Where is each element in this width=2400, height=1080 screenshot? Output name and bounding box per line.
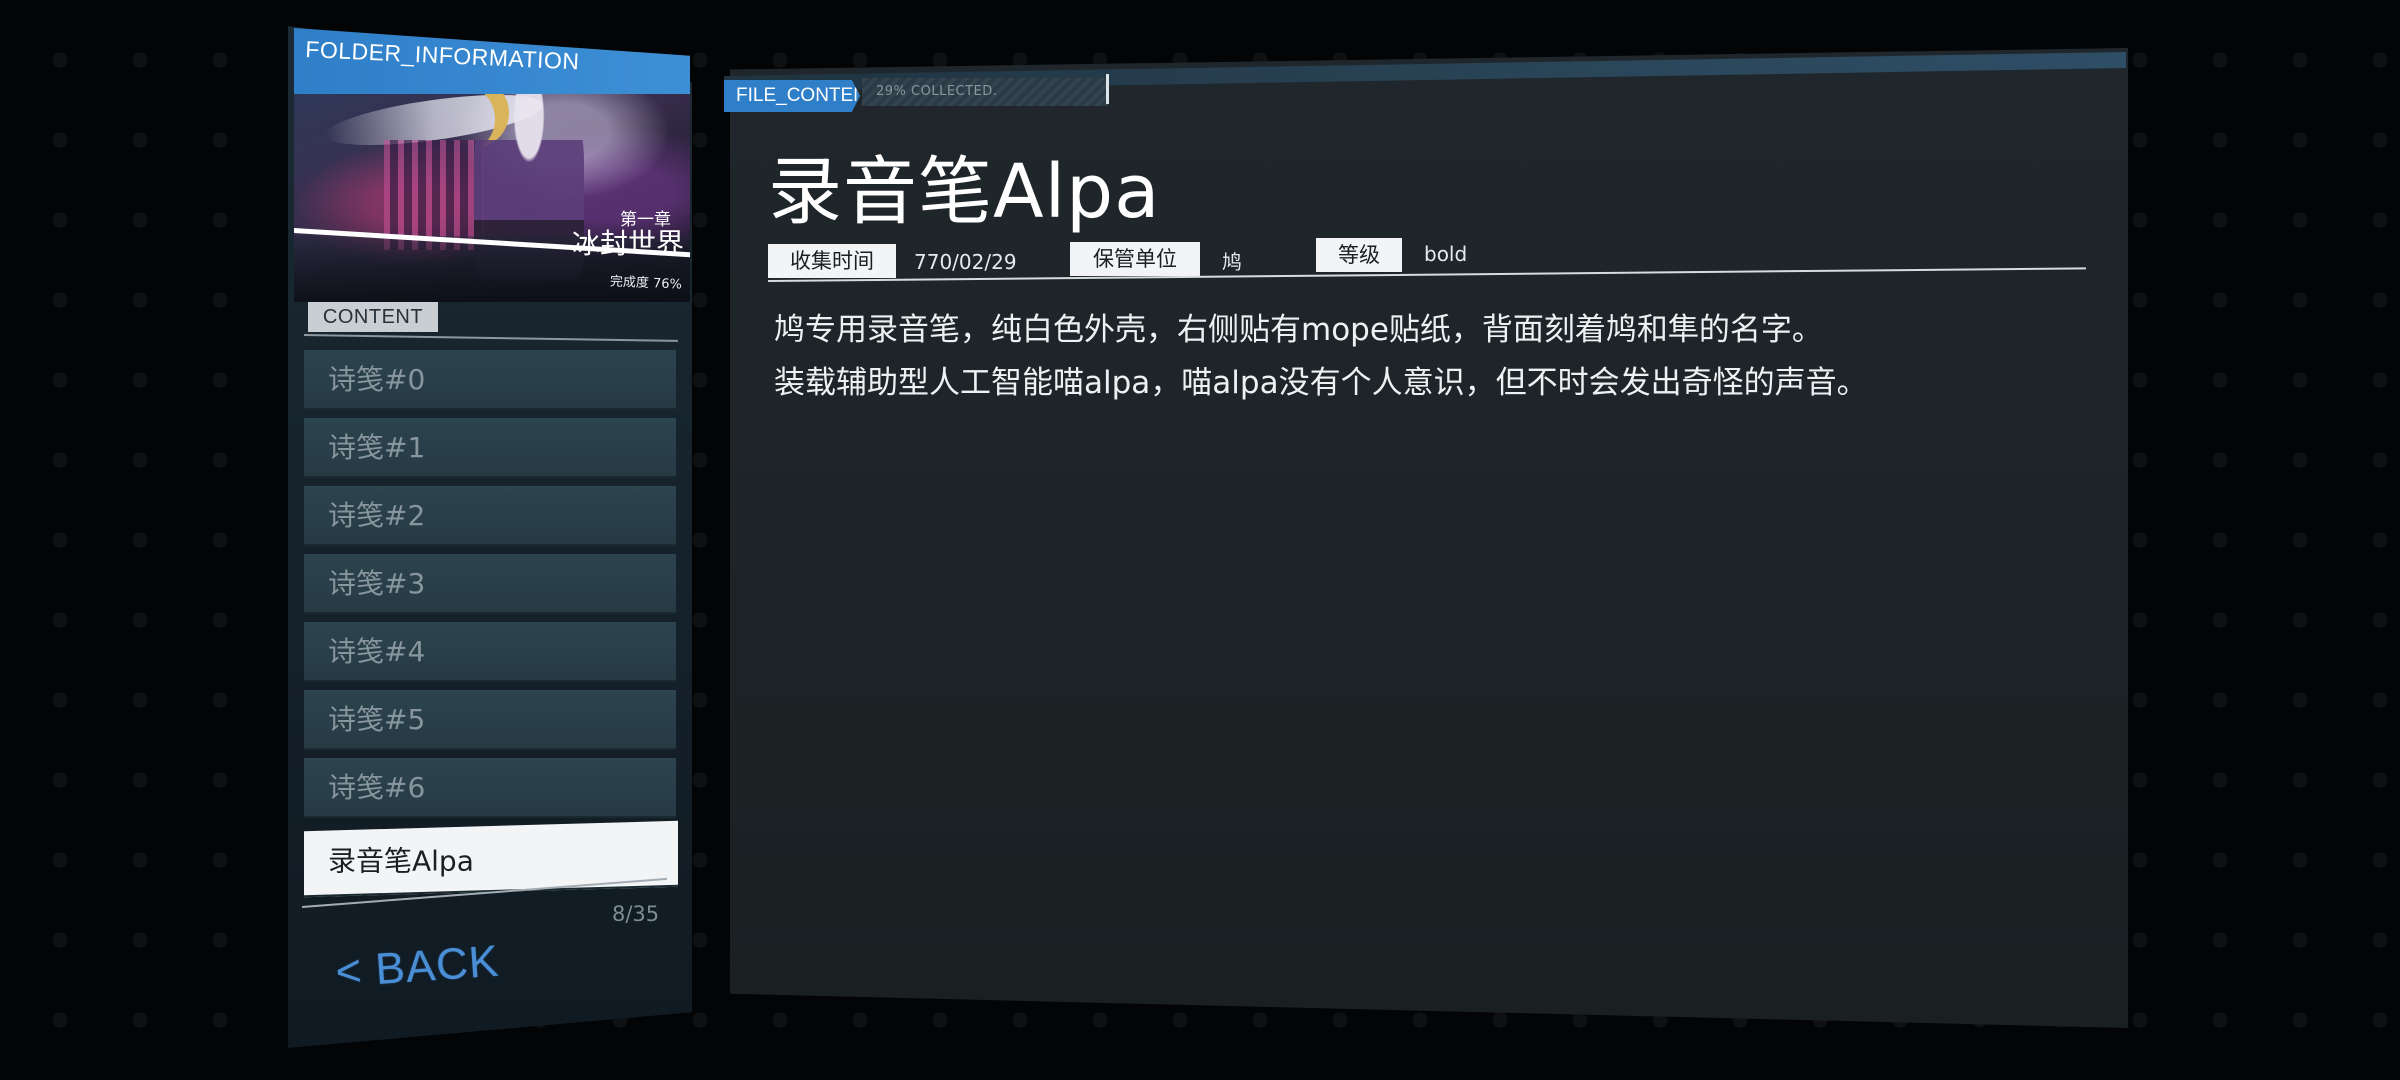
custodian-value: 鸠 [1222,250,1242,274]
list-item-label: 诗笺#5 [328,703,426,736]
list-item[interactable]: 诗笺#1 [304,418,676,478]
list-item-label: 诗笺#2 [328,499,426,532]
list-item-label: 诗笺#1 [328,431,426,464]
list-item[interactable]: 诗笺#2 [304,486,676,546]
file-content-tab: FILE_CONTENT [724,80,860,112]
progress-marker [1106,74,1109,104]
list-item-selected[interactable]: 录音笔Alpa [304,820,678,898]
completion-label: 完成度 76% [609,274,683,293]
list-item[interactable]: 诗笺#0 [304,350,676,410]
description-line: 装载辅助型人工智能喵alpa，喵alpa没有个人意识，但不时会发出奇怪的声音。 [774,365,1868,401]
custodian-label: 保管单位 [1070,242,1200,276]
list-item-label: 诗笺#4 [328,635,426,668]
level-label: 等级 [1316,238,1402,272]
description-line: 鸠专用录音笔，纯白色外壳，右侧贴有mope贴纸，背面刻着鸠和隼的名字。 [774,312,1823,348]
content-list: 诗笺#0 诗笺#1 诗笺#2 诗笺#3 诗笺#4 诗笺#5 诗笺#6 录音笔Al… [304,350,678,900]
collect-time-label: 收集时间 [768,244,896,278]
list-item[interactable]: 诗笺#6 [304,758,676,818]
level-value: bold [1424,242,1468,266]
list-item-label: 录音笔Alpa [328,844,474,878]
collection-progress-text: 29% COLLECTED. [876,84,998,99]
list-item-label: 诗笺#6 [328,771,426,804]
item-count: 8/35 [612,902,660,926]
list-item-label: 诗笺#0 [328,363,426,396]
list-item[interactable]: 诗笺#5 [304,690,676,750]
file-title: 录音笔Alpa [768,149,1161,235]
chapter-title: 冰封世界 [572,227,685,260]
chapter-banner-image [294,60,690,302]
list-item[interactable]: 诗笺#3 [304,554,676,614]
list-item[interactable]: 诗笺#4 [304,622,676,682]
content-tab: CONTENT [308,302,438,332]
collect-time-value: 770/02/29 [914,250,1017,274]
file-description: 鸠专用录音笔，纯白色外壳，右侧贴有mope贴纸，背面刻着鸠和隼的名字。 装载辅助… [774,304,1868,410]
list-item-label: 诗笺#3 [328,567,426,600]
